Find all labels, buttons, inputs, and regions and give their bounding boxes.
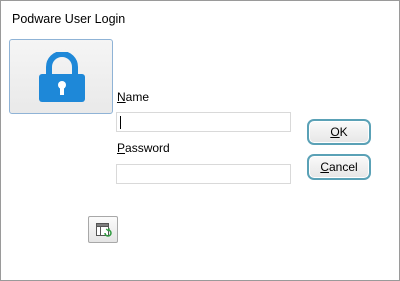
text-caret [120, 116, 121, 129]
layout-refresh-icon [96, 223, 112, 237]
password-label: Password [117, 141, 170, 155]
name-label: Name [117, 90, 150, 104]
window-title: Podware User Login [12, 12, 126, 26]
settings-button[interactable] [88, 216, 118, 243]
password-field[interactable] [116, 164, 291, 184]
login-dialog: Podware User Login Name Password OK Canc… [0, 0, 400, 281]
name-field[interactable] [116, 112, 291, 132]
ok-button[interactable]: OK [307, 119, 371, 145]
cancel-button[interactable]: Cancel [307, 154, 371, 180]
lock-icon [39, 52, 85, 102]
lock-tile [9, 39, 113, 114]
